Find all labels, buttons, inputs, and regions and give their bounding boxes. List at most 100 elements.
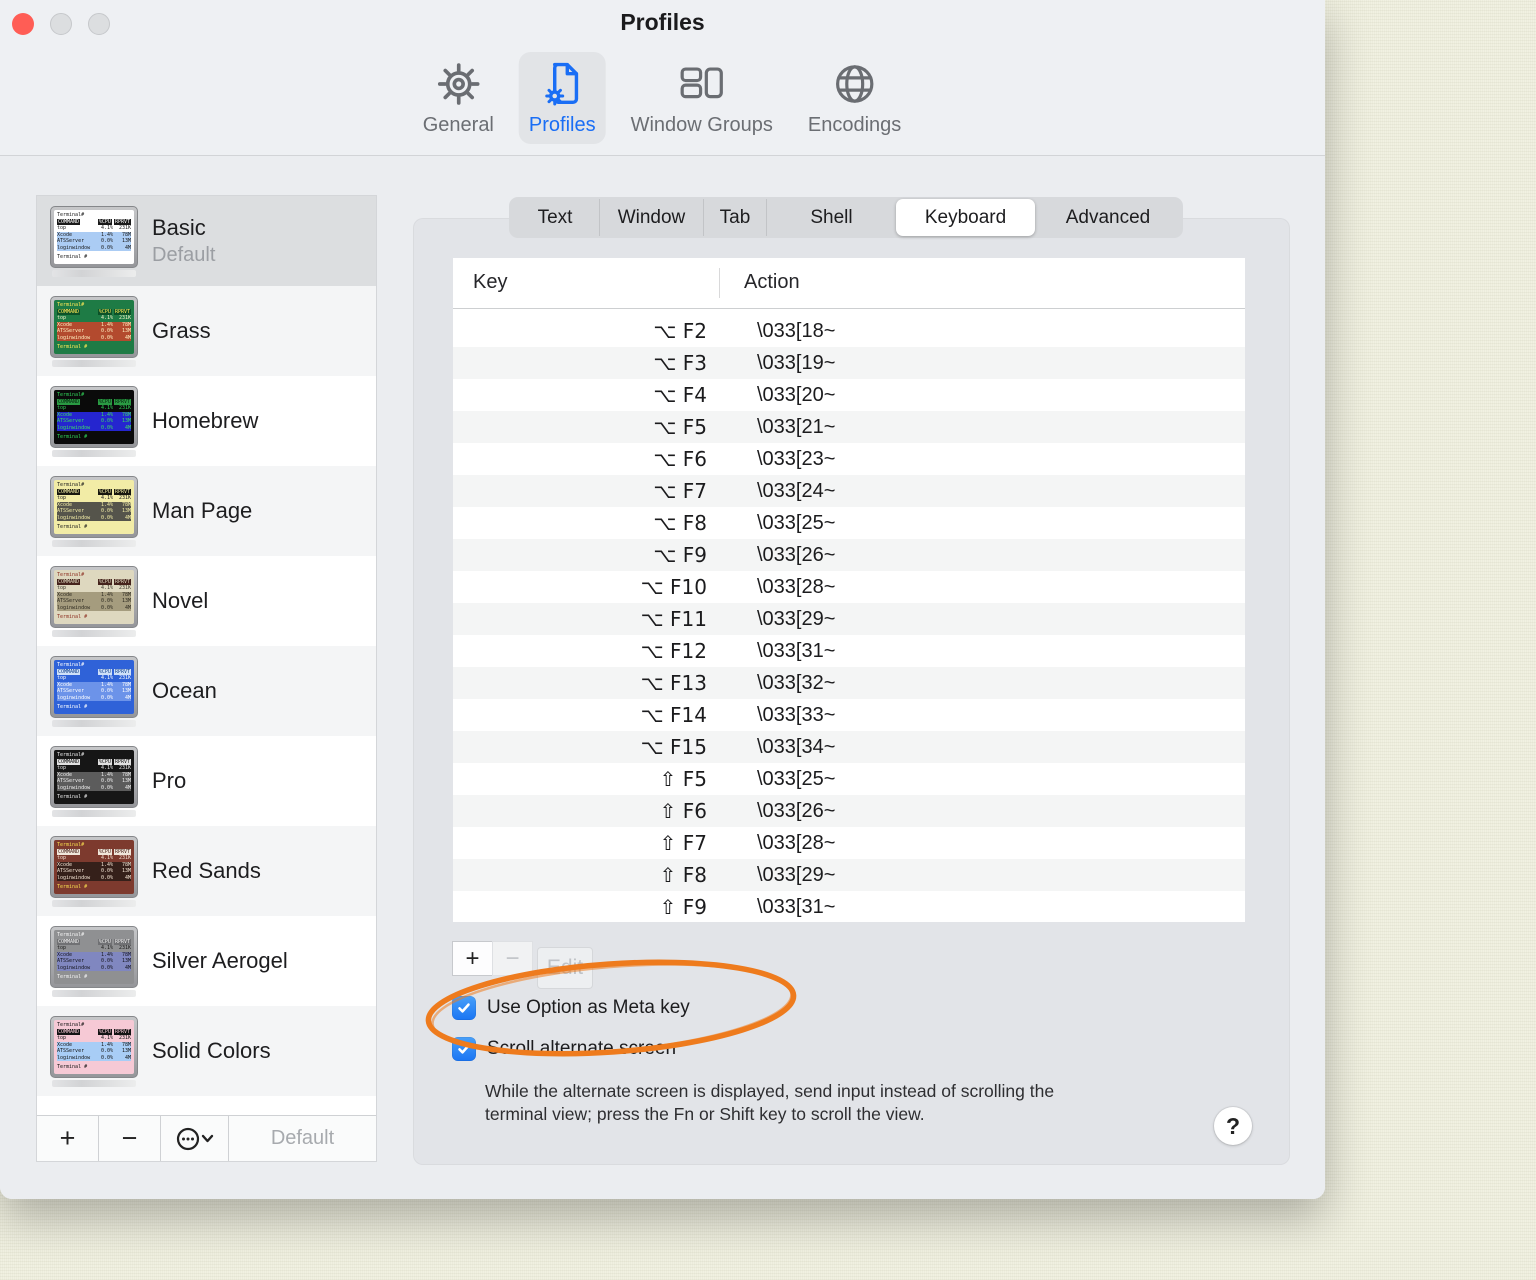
tab-tab[interactable]: Tab xyxy=(703,199,766,236)
profile-meta: Silver Aerogel xyxy=(152,948,288,974)
keyboard-row[interactable]: ⌥ F9 \033[26~ xyxy=(453,539,1245,571)
scroll-alternate-screen-checkbox[interactable] xyxy=(452,1037,476,1061)
action-cell: \033[23~ xyxy=(757,447,836,470)
window-title: Profiles xyxy=(620,9,705,35)
profile-item-ocean[interactable]: Terminal# COMMAND %CPU RPRVT top 4.1% 231K Xcod… xyxy=(37,646,376,736)
key-cell: ⌥ F2 xyxy=(653,319,707,343)
more-options-icon xyxy=(176,1127,213,1150)
keyboard-row[interactable]: ⌥ F6 \033[23~ xyxy=(453,443,1245,475)
remove-profile-button[interactable]: − xyxy=(99,1116,161,1161)
profile-item-man-page[interactable]: Terminal# COMMAND %CPU RPRVT top 4.1% 231K Xcod… xyxy=(37,466,376,556)
thumbnail-shadow xyxy=(52,539,136,547)
profile-name: Basic xyxy=(152,215,206,240)
profile-item-homebrew[interactable]: Terminal# COMMAND %CPU RPRVT top 4.1% 231K Xcod… xyxy=(37,376,376,466)
profile-meta: Basic Default xyxy=(152,215,215,267)
check-icon xyxy=(458,1044,470,1054)
use-option-as-meta-checkbox[interactable] xyxy=(452,996,476,1020)
toolbar-divider xyxy=(0,155,1325,156)
toolbar-item-general[interactable]: General xyxy=(413,52,504,144)
action-cell: \033[28~ xyxy=(757,575,836,598)
keyboard-row[interactable]: ⌥ F2 \033[18~ xyxy=(453,315,1245,347)
edit-key-button[interactable]: Edit xyxy=(537,947,593,989)
tab-advanced[interactable]: Advanced xyxy=(1035,199,1181,236)
thumbnail-shadow xyxy=(52,1079,136,1087)
profile-name: Silver Aerogel xyxy=(152,948,288,973)
profile-item-novel[interactable]: Terminal# COMMAND %CPU RPRVT top 4.1% 231K Xcod… xyxy=(37,556,376,646)
profile-thumbnail: Terminal# COMMAND %CPU RPRVT top 4.1% 231K Xcod… xyxy=(50,295,138,367)
key-cell: ⌥ F5 xyxy=(653,415,707,439)
help-button[interactable]: ? xyxy=(1214,1107,1252,1145)
tab-text[interactable]: Text xyxy=(511,199,599,236)
keyboard-row[interactable]: ⌥ F13 \033[32~ xyxy=(453,667,1245,699)
add-profile-button[interactable]: + xyxy=(37,1116,99,1161)
profile-thumbnail: Terminal# COMMAND %CPU RPRVT top 4.1% 231K Xcod… xyxy=(50,565,138,637)
keyboard-row[interactable]: ⌥ F5 \033[21~ xyxy=(453,411,1245,443)
profile-item-solid-colors[interactable]: Terminal# COMMAND %CPU RPRVT top 4.1% 231K Xcod… xyxy=(37,1006,376,1096)
thumbnail-shadow xyxy=(52,269,136,277)
profile-thumbnail: Terminal# COMMAND %CPU RPRVT top 4.1% 231K Xcod… xyxy=(50,1015,138,1087)
desktop: Profiles General Profiles Window Groups … xyxy=(0,0,1536,1280)
profile-meta: Homebrew xyxy=(152,408,258,434)
profile-name: Homebrew xyxy=(152,408,259,433)
action-cell: \033[31~ xyxy=(757,639,836,662)
toolbar-label: Window Groups xyxy=(630,114,773,136)
toolbar-item-profiles[interactable]: Profiles xyxy=(518,52,606,144)
keyboard-row[interactable]: ⇧ F7 \033[28~ xyxy=(453,827,1245,859)
key-column-header: Key xyxy=(473,271,508,293)
key-cell: ⌥ F10 xyxy=(640,575,707,599)
keyboard-row[interactable]: ⌥ F15 \033[34~ xyxy=(453,731,1245,763)
key-cell: ⌥ F6 xyxy=(653,447,707,471)
keyboard-row[interactable]: ⌥ F10 \033[28~ xyxy=(453,571,1245,603)
tab-shell[interactable]: Shell xyxy=(766,199,896,236)
keyboard-row[interactable]: ⌥ F11 \033[29~ xyxy=(453,603,1245,635)
tab-bar: Text Window Tab Shell Keyboard Advanced xyxy=(509,197,1183,238)
keyboard-row[interactable]: ⌥ F4 \033[20~ xyxy=(453,379,1245,411)
key-cell: ⌥ F14 xyxy=(640,703,707,727)
profile-item-pro[interactable]: Terminal# COMMAND %CPU RPRVT top 4.1% 231K Xcod… xyxy=(37,736,376,826)
thumbnail-shadow xyxy=(52,359,136,367)
use-option-as-meta-row: Use Option as Meta key xyxy=(452,996,690,1020)
use-option-as-meta-label: Use Option as Meta key xyxy=(487,997,690,1018)
profile-name: Solid Colors xyxy=(152,1038,271,1063)
action-cell: \033[19~ xyxy=(757,351,836,374)
profile-meta: Solid Colors xyxy=(152,1038,271,1064)
keyboard-row[interactable]: ⌥ F8 \033[25~ xyxy=(453,507,1245,539)
keyboard-row[interactable]: ⇧ F6 \033[26~ xyxy=(453,795,1245,827)
profile-item-silver-aerogel[interactable]: Terminal# COMMAND %CPU RPRVT top 4.1% 231K Xcod… xyxy=(37,916,376,1006)
more-options-button[interactable] xyxy=(161,1116,229,1161)
thumbnail-shadow xyxy=(52,629,136,637)
profile-meta: Grass xyxy=(152,318,211,344)
column-divider[interactable] xyxy=(719,268,720,298)
action-cell: \033[34~ xyxy=(757,735,836,758)
toolbar-item-encodings[interactable]: Encodings xyxy=(798,52,911,144)
table-header: Key Action xyxy=(453,258,1245,309)
keyboard-row[interactable]: ⇧ F8 \033[29~ xyxy=(453,859,1245,891)
key-cell: ⇧ F8 xyxy=(659,863,707,887)
profile-item-grass[interactable]: Terminal# COMMAND %CPU RPRVT top 4.1% 231K Xcod… xyxy=(37,286,376,376)
note-line: terminal view; press the Fn or Shift key… xyxy=(485,1104,925,1124)
keyboard-row[interactable]: ⇧ F9 \033[31~ xyxy=(453,891,1245,923)
default-profile-button[interactable]: Default xyxy=(229,1116,376,1161)
keyboard-row[interactable]: ⌥ F14 \033[33~ xyxy=(453,699,1245,731)
thumbnail-shadow xyxy=(52,899,136,907)
toolbar-label: General xyxy=(422,114,494,136)
tab-window[interactable]: Window xyxy=(599,199,703,236)
profile-name: Pro xyxy=(152,768,187,793)
add-key-button[interactable]: + xyxy=(452,941,493,976)
key-cell: ⌥ F7 xyxy=(653,479,707,503)
key-cell: ⇧ F9 xyxy=(659,895,707,919)
thumbnail-shadow xyxy=(52,989,136,997)
keyboard-row[interactable]: ⇧ F5 \033[25~ xyxy=(453,763,1245,795)
action-cell: \033[18~ xyxy=(757,319,836,342)
remove-key-button[interactable]: − xyxy=(492,941,533,976)
keyboard-row[interactable]: ⌥ F7 \033[24~ xyxy=(453,475,1245,507)
action-cell: \033[29~ xyxy=(757,863,836,886)
keyboard-row[interactable]: ⌥ F3 \033[19~ xyxy=(453,347,1245,379)
profile-item-red-sands[interactable]: Terminal# COMMAND %CPU RPRVT top 4.1% 231K Xcod… xyxy=(37,826,376,916)
tab-keyboard[interactable]: Keyboard xyxy=(896,199,1035,236)
profile-item-basic[interactable]: Terminal# COMMAND %CPU RPRVT top 4.1% 231K Xcod… xyxy=(37,196,376,286)
window-groups-icon xyxy=(679,58,725,110)
keyboard-row[interactable]: ⌥ F12 \033[31~ xyxy=(453,635,1245,667)
toolbar-item-window-groups[interactable]: Window Groups xyxy=(621,52,783,144)
action-cell: \033[26~ xyxy=(757,799,836,822)
